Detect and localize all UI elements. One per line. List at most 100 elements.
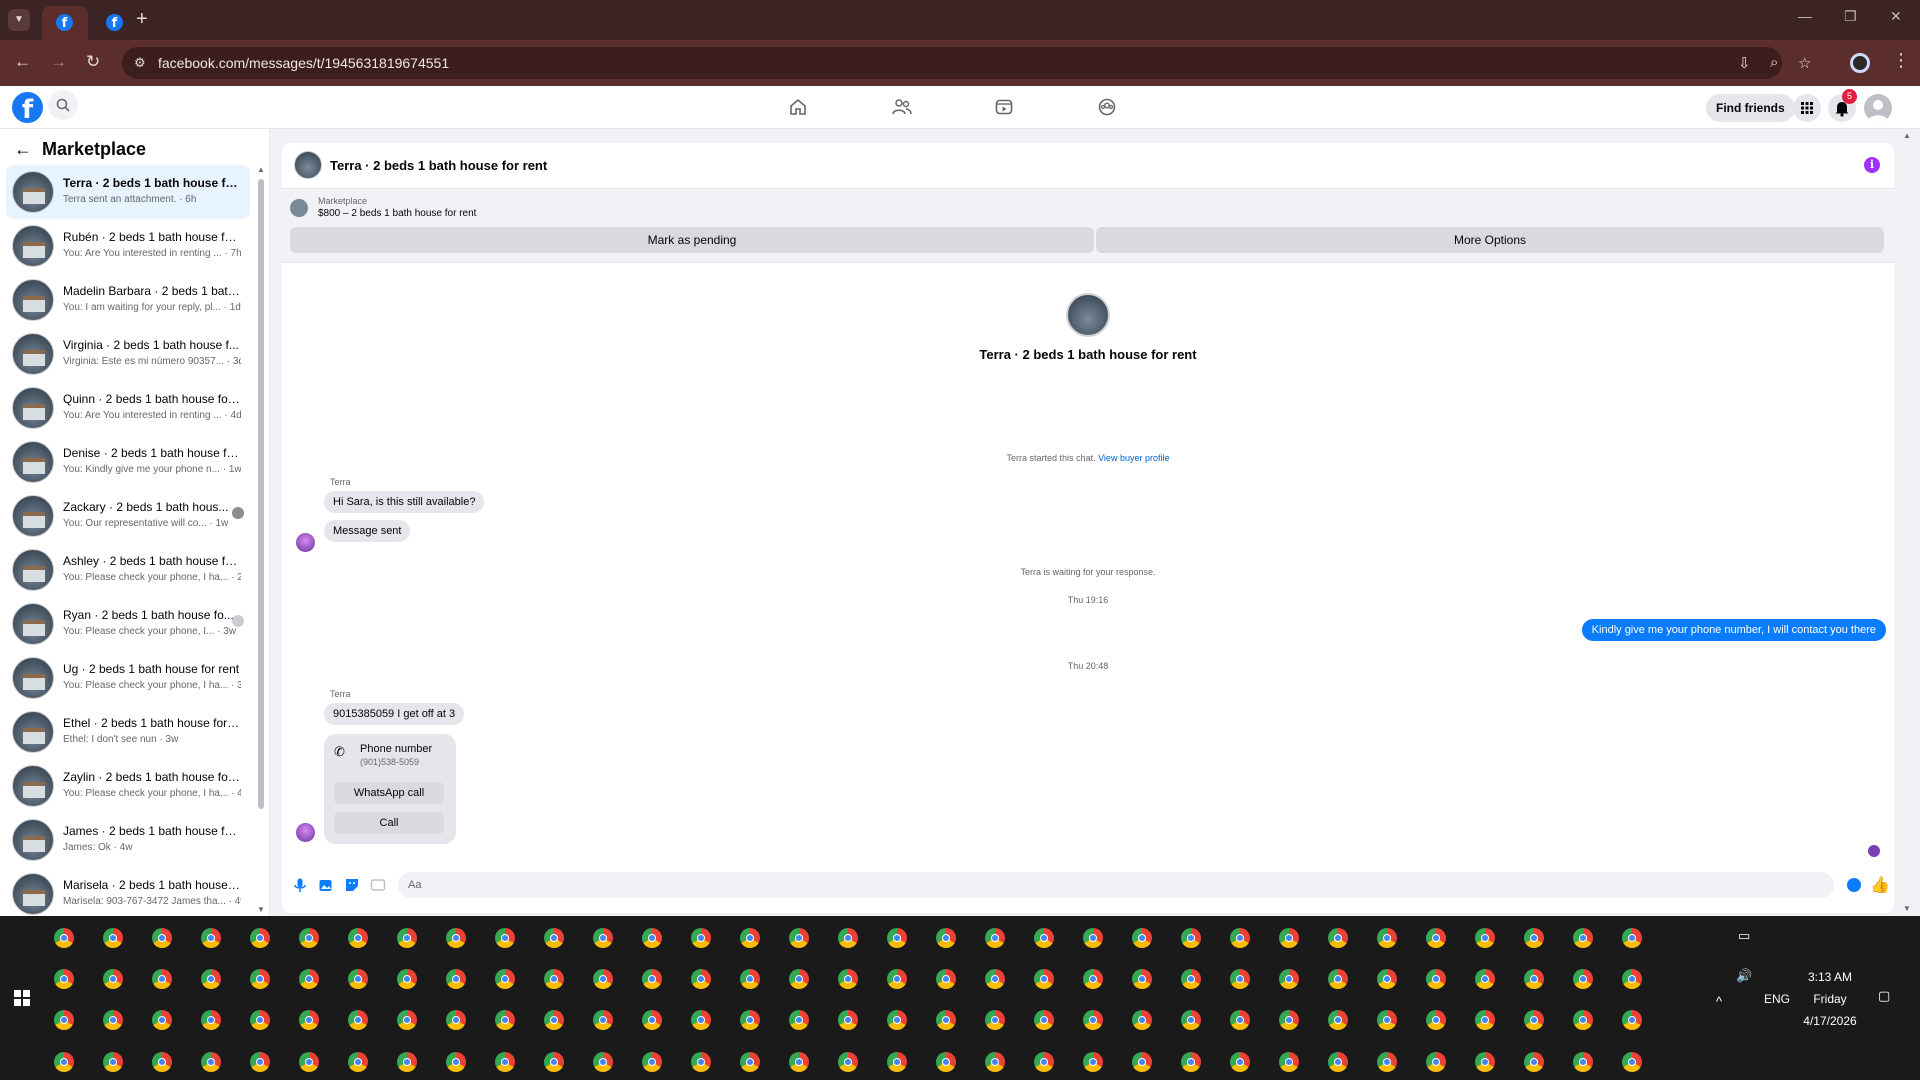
chrome-app-icon[interactable] xyxy=(1426,969,1446,989)
chrome-app-icon[interactable] xyxy=(446,969,466,989)
chrome-app-icon[interactable] xyxy=(201,969,221,989)
chrome-app-icon[interactable] xyxy=(544,969,564,989)
listing-price-title[interactable]: $800 – 2 beds 1 bath house for rent xyxy=(318,208,476,219)
whatsapp-call-button[interactable]: WhatsApp call xyxy=(334,782,444,804)
chrome-app-icon[interactable] xyxy=(1377,928,1397,948)
chrome-app-icon[interactable] xyxy=(299,1010,319,1030)
chrome-app-icon[interactable] xyxy=(103,969,123,989)
forward-arrow-icon[interactable]: → xyxy=(50,52,67,72)
thumbs-up-icon[interactable]: 👍 xyxy=(1870,875,1890,895)
sender-avatar[interactable] xyxy=(296,533,315,552)
chrome-app-icon[interactable] xyxy=(838,1010,858,1030)
chrome-app-icon[interactable] xyxy=(495,1052,515,1072)
tray-expand-chevron-up-icon[interactable]: ^ xyxy=(1716,994,1722,1009)
gif-icon[interactable] xyxy=(370,877,386,893)
restore-icon[interactable]: ❐ xyxy=(1844,8,1857,25)
chrome-app-icon[interactable] xyxy=(103,1010,123,1030)
conversation-item[interactable]: James · 2 beds 1 bath house for... James:… xyxy=(6,813,250,867)
zoom-icon[interactable]: ⌕ xyxy=(1770,54,1778,71)
chrome-app-icon[interactable] xyxy=(1622,969,1642,989)
conversation-item[interactable]: Ethel · 2 beds 1 bath house for r... Ethe… xyxy=(6,705,250,759)
gallery-icon[interactable] xyxy=(318,877,334,893)
chrome-app-icon[interactable] xyxy=(936,928,956,948)
chrome-app-icon[interactable] xyxy=(838,1052,858,1072)
conversation-item[interactable]: Zackary · 2 beds 1 bath hous... You: Our … xyxy=(6,489,250,543)
install-app-icon[interactable]: ⇩ xyxy=(1738,54,1751,72)
sender-avatar[interactable] xyxy=(296,823,315,842)
chrome-app-icon[interactable] xyxy=(1132,1052,1152,1072)
chrome-app-icon[interactable] xyxy=(789,928,809,948)
chrome-app-icon[interactable] xyxy=(495,1010,515,1030)
chrome-app-icon[interactable] xyxy=(250,928,270,948)
site-info-icon[interactable]: ⚙ xyxy=(134,55,146,71)
show-desktop-icon[interactable]: ▭ xyxy=(1738,928,1750,944)
scroll-thumb[interactable] xyxy=(258,179,264,809)
chrome-app-icon[interactable] xyxy=(152,969,172,989)
chrome-app-icon[interactable] xyxy=(103,1052,123,1072)
chrome-app-icon[interactable] xyxy=(495,928,515,948)
chrome-app-icon[interactable] xyxy=(1524,969,1544,989)
chrome-app-icon[interactable] xyxy=(1279,1010,1299,1030)
tab-facebook-active[interactable]: f xyxy=(42,6,88,40)
chrome-app-icon[interactable] xyxy=(1230,1052,1250,1072)
chrome-app-icon[interactable] xyxy=(1279,1052,1299,1072)
clock-date[interactable]: 4/17/2026 xyxy=(1800,1014,1860,1028)
chrome-app-icon[interactable] xyxy=(740,969,760,989)
chrome-app-icon[interactable] xyxy=(1230,928,1250,948)
url-omnibox[interactable]: ⚙ facebook.com/messages/t/19456318196745… xyxy=(122,47,1811,79)
chrome-app-icon[interactable] xyxy=(1328,1010,1348,1030)
scroll-down-icon[interactable]: ▼ xyxy=(257,905,265,914)
conversation-item[interactable]: Ryan · 2 beds 1 bath house fo... You: Ple… xyxy=(6,597,250,651)
chrome-app-icon[interactable] xyxy=(936,1010,956,1030)
chrome-app-icon[interactable] xyxy=(1279,969,1299,989)
chrome-app-icon[interactable] xyxy=(299,928,319,948)
chrome-app-icon[interactable] xyxy=(1034,1010,1054,1030)
conversation-item[interactable]: Zaylin · 2 beds 1 bath house for ... You:… xyxy=(6,759,250,813)
chrome-app-icon[interactable] xyxy=(1622,928,1642,948)
chrome-app-icon[interactable] xyxy=(1034,969,1054,989)
chrome-app-icon[interactable] xyxy=(691,1010,711,1030)
chrome-app-icon[interactable] xyxy=(789,1010,809,1030)
chrome-app-icon[interactable] xyxy=(985,1010,1005,1030)
new-tab-button[interactable]: + xyxy=(136,8,148,31)
chrome-app-icon[interactable] xyxy=(1377,969,1397,989)
chrome-app-icon[interactable] xyxy=(1377,1010,1397,1030)
chrome-app-icon[interactable] xyxy=(152,1010,172,1030)
chrome-app-icon[interactable] xyxy=(250,969,270,989)
chrome-app-icon[interactable] xyxy=(348,969,368,989)
chrome-app-icon[interactable] xyxy=(201,928,221,948)
chrome-app-icon[interactable] xyxy=(1181,969,1201,989)
notifications-button[interactable]: 5 xyxy=(1828,89,1857,122)
chrome-app-icon[interactable] xyxy=(1181,1010,1201,1030)
notification-center-icon[interactable]: ▢ xyxy=(1878,988,1890,1004)
chrome-app-icon[interactable] xyxy=(152,928,172,948)
conversation-item[interactable]: Denise · 2 beds 1 bath house fo... You: K… xyxy=(6,435,250,489)
chrome-app-icon[interactable] xyxy=(642,1052,662,1072)
microphone-icon[interactable] xyxy=(292,877,308,893)
chrome-app-icon[interactable] xyxy=(593,1052,613,1072)
back-arrow-icon[interactable]: ← xyxy=(14,52,31,72)
conversation-item[interactable]: Virginia · 2 beds 1 bath house f... Virgi… xyxy=(6,327,250,381)
info-icon[interactable]: i xyxy=(1864,157,1880,173)
chrome-app-icon[interactable] xyxy=(593,969,613,989)
chrome-app-icon[interactable] xyxy=(1230,969,1250,989)
chrome-app-icon[interactable] xyxy=(299,969,319,989)
conversation-item[interactable]: Ashley · 2 beds 1 bath house for... You: … xyxy=(6,543,250,597)
back-arrow-icon[interactable]: ← xyxy=(14,139,32,159)
listing-avatar-large[interactable] xyxy=(1066,293,1110,337)
chrome-app-icon[interactable] xyxy=(397,1052,417,1072)
chrome-app-icon[interactable] xyxy=(1475,1052,1495,1072)
chrome-app-icon[interactable] xyxy=(1524,1052,1544,1072)
chrome-app-icon[interactable] xyxy=(642,928,662,948)
chrome-app-icon[interactable] xyxy=(495,969,515,989)
home-icon[interactable] xyxy=(789,98,807,116)
chrome-app-icon[interactable] xyxy=(1573,1052,1593,1072)
scroll-up-icon[interactable]: ▲ xyxy=(1903,131,1911,140)
chrome-app-icon[interactable] xyxy=(54,928,74,948)
chrome-app-icon[interactable] xyxy=(1034,1052,1054,1072)
chrome-app-icon[interactable] xyxy=(1426,928,1446,948)
browser-profile-icon[interactable] xyxy=(1850,53,1870,73)
chrome-app-icon[interactable] xyxy=(593,928,613,948)
chrome-app-icon[interactable] xyxy=(1426,1052,1446,1072)
clock-time[interactable]: 3:13 AM xyxy=(1800,970,1860,984)
